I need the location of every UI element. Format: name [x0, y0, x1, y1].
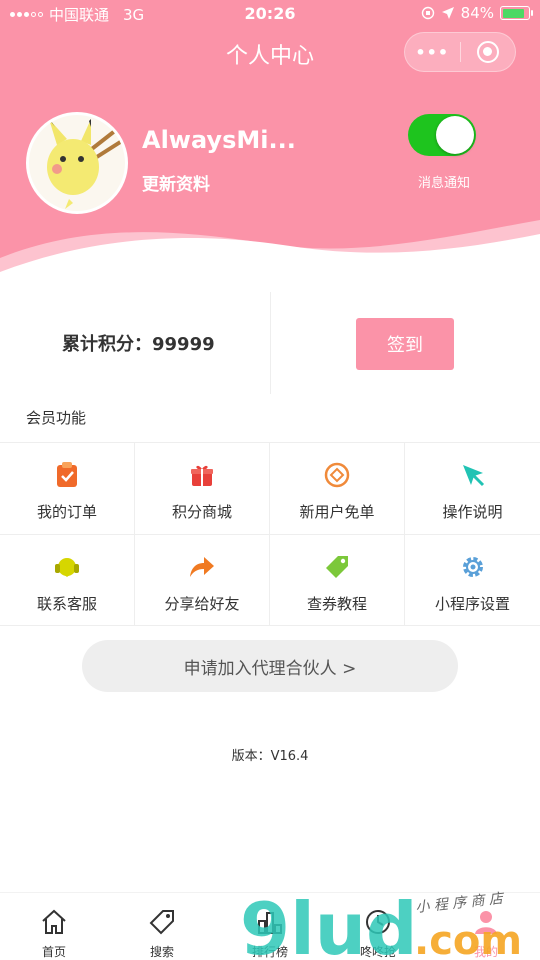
avatar[interactable] [26, 112, 128, 214]
feature-label: 小程序设置 [434, 594, 510, 613]
more-dots-icon[interactable]: ••• [405, 33, 460, 71]
location-arrow-icon [441, 7, 454, 19]
battery-icon [500, 6, 533, 20]
feature-label: 积分商城 [171, 503, 232, 521]
username: AlwaysMi... [142, 126, 296, 154]
feature-label: 联系客服 [36, 594, 97, 613]
feature-label: 操作说明 [442, 503, 503, 521]
gear-icon [459, 553, 487, 581]
tab-bar: 首页 搜索 排行榜 咚咚抢 我的 [0, 892, 540, 960]
feature-my-orders[interactable]: 我的订单 [0, 443, 135, 535]
feature-settings[interactable]: 小程序设置 [405, 535, 540, 626]
ranking-icon [258, 912, 282, 934]
target-circle-icon [476, 41, 499, 63]
total-points: 累计积分：99999 [62, 334, 215, 355]
points-section: 累计积分：99999 签到 [0, 292, 540, 394]
feature-coupon-tutorial[interactable]: 查券教程 [270, 534, 405, 626]
feature-points-mall[interactable]: 积分商城 [135, 443, 270, 535]
feature-label: 新用户免单 [299, 503, 375, 521]
header-wave-decoration [0, 220, 540, 272]
home-icon [42, 909, 66, 934]
user-icon [475, 911, 497, 934]
tab-label: 我的 [473, 945, 498, 959]
headset-icon [53, 553, 81, 581]
apply-partner-button[interactable]: 申请加入代理合伙人 > [82, 640, 458, 692]
gift-icon [188, 461, 216, 489]
tag-icon [323, 553, 351, 581]
tab-label: 咚咚抢 [359, 945, 396, 959]
feature-label: 我的订单 [36, 503, 97, 521]
tab-label: 排行榜 [251, 945, 288, 959]
compass-icon [459, 461, 487, 489]
clipboard-check-icon [53, 461, 81, 489]
feature-instructions[interactable]: 操作说明 [405, 443, 540, 535]
feature-grid: 我的订单 积分商城 新用户免单 操作说明 联系客服 分享给好友 查券教程 小程序… [0, 442, 540, 626]
clock-icon [366, 910, 390, 934]
version-text: 版本：V16.4 [231, 749, 309, 764]
tab-search[interactable]: 搜索 [108, 893, 216, 960]
tab-ranking[interactable]: 排行榜 [216, 893, 324, 960]
edit-profile-link[interactable]: 更新资料 [142, 170, 210, 195]
toggle-knob [436, 116, 474, 154]
tab-label: 搜索 [149, 945, 174, 959]
tab-mine[interactable]: 我的 [432, 893, 540, 960]
status-bar: 中国联通 3G 20:26 84% [0, 0, 540, 28]
close-mini-program-button[interactable] [461, 33, 516, 71]
feature-customer-service[interactable]: 联系客服 [0, 534, 135, 626]
profile-header: 中国联通 3G 20:26 84% 个人中心 ••• AlwaysMi... 更… [0, 0, 540, 272]
feature-label: 分享给好友 [164, 594, 240, 613]
battery-percent: 84% [460, 4, 494, 22]
pikachu-avatar-icon [29, 115, 125, 211]
notification-toggle-label: 消息通知 [417, 176, 470, 191]
notification-toggle[interactable] [408, 114, 476, 156]
tab-home[interactable]: 首页 [0, 893, 108, 960]
divider [270, 292, 271, 394]
orientation-lock-icon [421, 6, 434, 20]
member-features-title: 会员功能 [26, 409, 87, 427]
share-arrow-icon [188, 553, 216, 581]
feature-label: 查券教程 [306, 594, 367, 613]
mini-program-capsule: ••• [404, 32, 516, 72]
checkin-button[interactable]: 签到 [356, 318, 454, 370]
tab-flash-sale[interactable]: 咚咚抢 [324, 893, 432, 960]
feature-share[interactable]: 分享给好友 [135, 534, 270, 626]
tab-label: 首页 [41, 945, 66, 959]
feature-new-user-free[interactable]: 新用户免单 [270, 443, 405, 535]
tag-search-icon [149, 910, 174, 935]
coin-icon [323, 461, 351, 489]
